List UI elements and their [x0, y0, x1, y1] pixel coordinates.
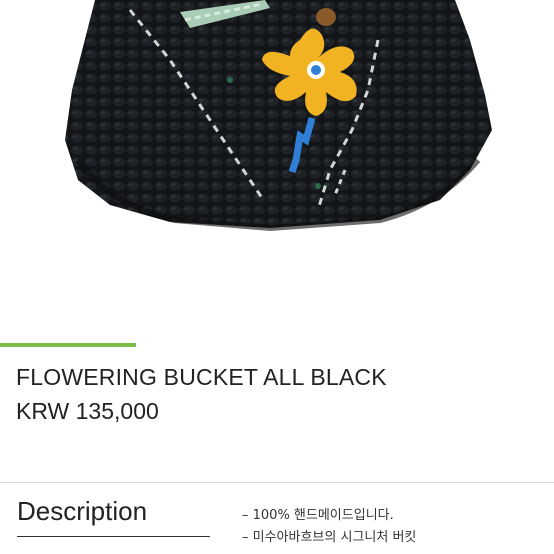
- description-item: – 미수아바흐브의 시그니처 버킷: [242, 530, 417, 545]
- description-list: – 100% 핸드메이드입니다. – 미수아바흐브의 시그니처 버킷: [242, 505, 416, 549]
- hat-crown: [65, 0, 492, 228]
- description-tab[interactable]: Description: [17, 496, 147, 527]
- section-divider: [0, 482, 554, 483]
- flower-bud: [316, 8, 336, 26]
- accent-line: [0, 343, 136, 347]
- product-title: FLOWERING BUCKET ALL BLACK: [16, 364, 387, 390]
- product-image: [65, 0, 492, 232]
- description-tab-underline: [17, 536, 210, 537]
- product-price: KRW 135,000: [16, 398, 159, 424]
- description-item: – 100% 핸드메이드입니다.: [242, 508, 394, 523]
